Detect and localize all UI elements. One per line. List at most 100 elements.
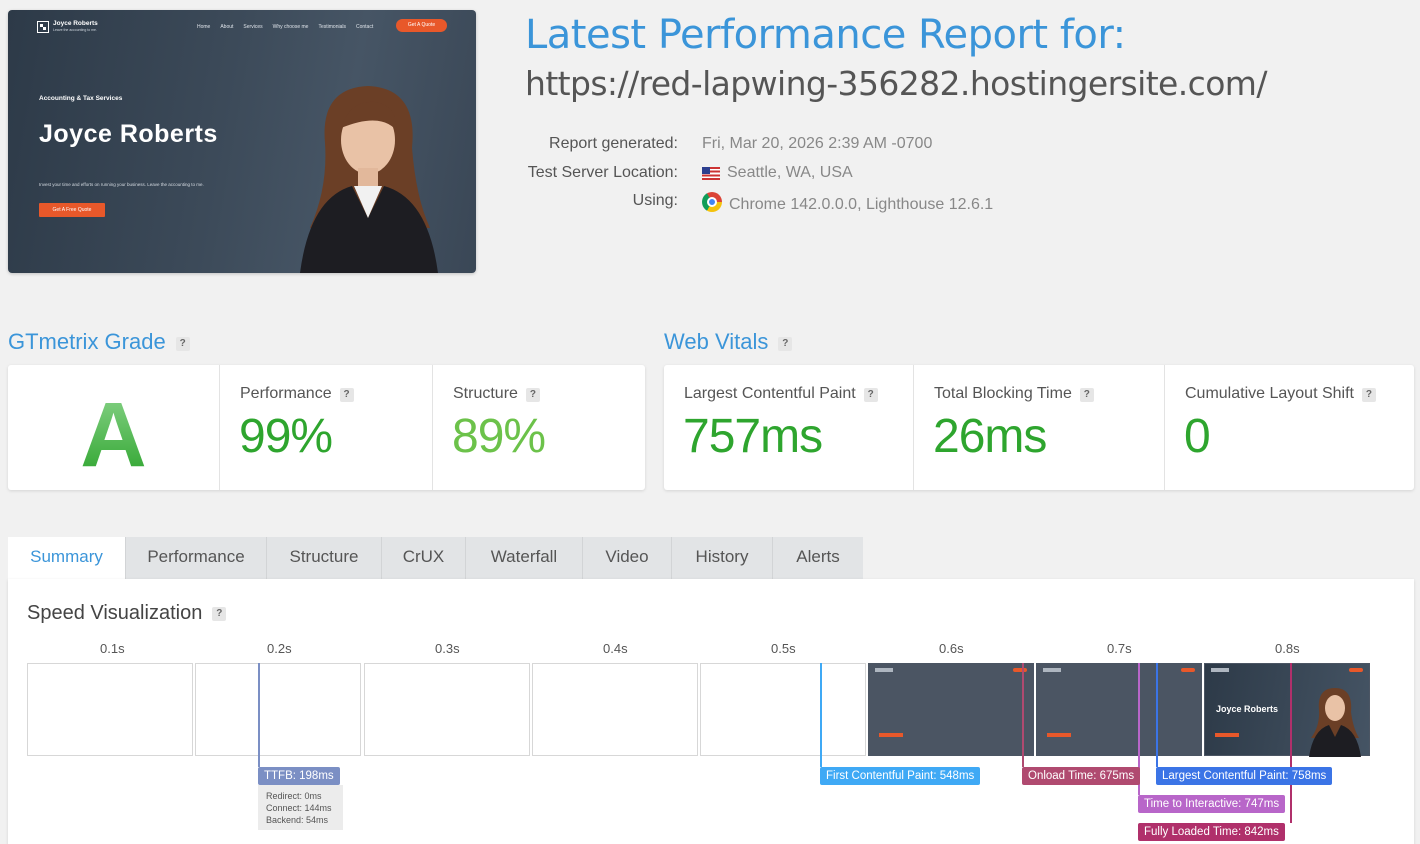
preview-menu-item: About <box>220 24 234 30</box>
tab-summary[interactable]: Summary <box>8 537 126 579</box>
us-flag-icon <box>702 166 720 180</box>
filmstrip-frame[interactable] <box>364 663 530 756</box>
meta-label: Test Server Location: <box>527 163 678 181</box>
web-vitals-heading: Web Vitals <box>664 329 769 354</box>
timeline-tick: 0.3s <box>435 641 460 656</box>
tab-alerts[interactable]: Alerts <box>773 537 863 579</box>
performance-card: Performance? 99% <box>220 365 433 490</box>
ttfb-connect: Connect: 144ms <box>266 803 332 813</box>
tab-history[interactable]: History <box>672 537 773 579</box>
help-icon[interactable]: ? <box>863 388 878 402</box>
help-icon[interactable]: ? <box>175 337 190 351</box>
preview-menu-item: Testimonials <box>318 24 346 30</box>
tab-waterfall[interactable]: Waterfall <box>466 537 583 579</box>
performance-label-text: Performance <box>240 385 332 402</box>
preview-menu-item: Contact <box>355 24 374 30</box>
filmstrip-frame[interactable] <box>532 663 698 756</box>
help-icon[interactable]: ? <box>1079 388 1094 402</box>
cls-value: 0 <box>1184 410 1211 463</box>
timeline-tick: 0.2s <box>267 641 292 656</box>
grade-card: A <box>8 365 220 490</box>
tab-video[interactable]: Video <box>583 537 672 579</box>
filmstrip-frame[interactable] <box>700 663 866 756</box>
preview-nav: Joyce Roberts Leave the accounting to me… <box>8 18 476 42</box>
filmstrip-frame[interactable] <box>868 663 1034 756</box>
timeline-tick: 0.8s <box>1275 641 1300 656</box>
tti-marker-label: Time to Interactive: 747ms <box>1138 795 1286 813</box>
onload-marker-line <box>1022 663 1024 767</box>
preview-hero-cta: Get A Free Quote <box>39 203 105 217</box>
ttfb-marker-line <box>258 663 260 767</box>
timeline-tick: 0.1s <box>100 641 125 656</box>
preview-brand-sub: Leave the accounting to me. <box>53 28 97 32</box>
frame-logo <box>1211 668 1229 672</box>
frame-logo <box>875 668 893 672</box>
lcp-label-text: Largest Contentful Paint <box>684 385 856 402</box>
help-icon[interactable]: ? <box>339 388 354 402</box>
report-title: Latest Performance Report for: <box>525 12 1126 58</box>
preview-menu-item: Services <box>243 24 263 30</box>
preview-brand: Joyce Roberts <box>53 20 98 27</box>
help-icon[interactable]: ? <box>212 607 227 621</box>
lcp-card: Largest Contentful Paint? 757ms <box>664 365 914 490</box>
preview-menu-item: Home <box>197 24 211 30</box>
web-vitals-title: Web Vitals? <box>664 329 793 355</box>
filmstrip-frame[interactable] <box>1036 663 1202 756</box>
tbt-value: 26ms <box>933 410 1047 463</box>
preview-hero-desc: Invest your time and efforts on running … <box>39 182 204 187</box>
lcp-marker-label: Largest Contentful Paint: 758ms <box>1156 767 1333 785</box>
filmstrip-frame[interactable] <box>195 663 361 756</box>
help-icon[interactable]: ? <box>1361 388 1376 402</box>
preview-menu-item: Why choose me <box>272 24 309 30</box>
fcp-marker-line <box>820 663 822 767</box>
frame-nav-button <box>1349 668 1363 672</box>
preview-nav-cta: Get A Quote <box>396 19 447 32</box>
lcp-value: 757ms <box>683 410 823 463</box>
frame-portrait-image <box>1309 688 1361 757</box>
preview-logo-icon <box>37 21 49 33</box>
tbt-label-text: Total Blocking Time <box>934 385 1072 402</box>
preview-menu: Home About Services Why choose me Testim… <box>197 24 373 30</box>
performance-value: 99% <box>239 410 333 463</box>
ttfb-backend: Backend: 54ms <box>266 815 329 825</box>
frame-hero-title: Joyce Roberts <box>1216 704 1279 714</box>
help-icon[interactable]: ? <box>778 337 793 351</box>
fully-loaded-marker-line <box>1290 663 1292 823</box>
structure-label-text: Structure <box>453 385 518 402</box>
vitals-cards: Largest Contentful Paint? 757ms Total Bl… <box>664 365 1414 490</box>
filmstrip-frame[interactable]: Joyce Roberts <box>1204 663 1370 757</box>
performance-label: Performance? <box>240 385 354 403</box>
timeline-tick: 0.5s <box>771 641 796 656</box>
speed-visualization-heading: Speed Visualization <box>27 602 203 624</box>
frame-cta <box>1215 733 1239 737</box>
meta-value: Seattle, WA, USA <box>702 164 853 182</box>
website-preview: Joyce Roberts Leave the accounting to me… <box>8 10 476 273</box>
meta-row-location: Test Server Location: Seattle, WA, USA <box>490 164 1190 193</box>
timeline-tick: 0.7s <box>1107 641 1132 656</box>
preview-tagline: Accounting & Tax Services <box>39 95 123 102</box>
fully-loaded-marker-label: Fully Loaded Time: 842ms <box>1138 823 1285 841</box>
tab-performance[interactable]: Performance <box>126 537 267 579</box>
report-url[interactable]: https://red-lapwing-356282.hostingersite… <box>525 64 1267 103</box>
structure-value: 89% <box>452 410 546 463</box>
preview-portrait-image <box>300 86 438 273</box>
using-value: Chrome 142.0.0.0, Lighthouse 12.6.1 <box>729 196 994 213</box>
help-icon[interactable]: ? <box>525 388 540 402</box>
frame-logo <box>1043 668 1061 672</box>
structure-card: Structure? 89% <box>433 365 645 490</box>
meta-row-using: Using: Chrome 142.0.0.0, Lighthouse 12.6… <box>490 192 1190 221</box>
meta-row-generated: Report generated: Fri, Mar 20, 2026 2:39… <box>490 135 1190 164</box>
tab-structure[interactable]: Structure <box>267 537 382 579</box>
meta-value: Chrome 142.0.0.0, Lighthouse 12.6.1 <box>702 192 993 214</box>
filmstrip-frame[interactable] <box>27 663 193 756</box>
cls-card: Cumulative Layout Shift? 0 <box>1165 365 1414 490</box>
preview-hero-title: Joyce Roberts <box>39 120 218 148</box>
onload-marker-label: Onload Time: 675ms <box>1022 767 1141 785</box>
tbt-label: Total Blocking Time? <box>934 385 1094 403</box>
meta-label: Report generated: <box>549 135 678 152</box>
ttfb-redirect: Redirect: 0ms <box>266 791 322 801</box>
ttfb-breakdown: Redirect: 0ms Connect: 144ms Backend: 54… <box>258 785 343 830</box>
ttfb-marker-label: TTFB: 198ms <box>258 767 340 785</box>
tab-crux[interactable]: CrUX <box>382 537 466 579</box>
lcp-marker-line <box>1156 663 1158 767</box>
